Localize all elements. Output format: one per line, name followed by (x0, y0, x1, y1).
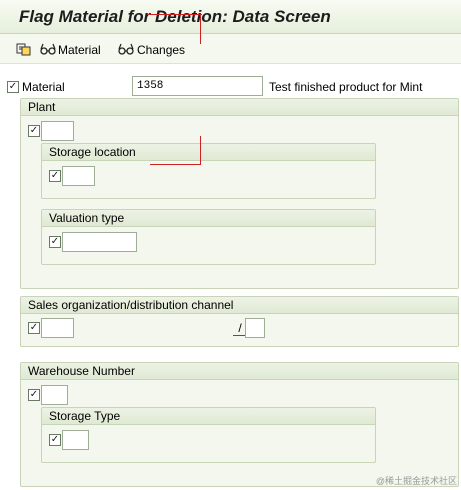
material-checkbox[interactable]: ✓ (7, 81, 19, 93)
storage-location-header: Storage location (42, 144, 375, 161)
material-glasses-icon[interactable] (40, 42, 56, 56)
warehouse-checkbox[interactable]: ✓ (28, 389, 40, 401)
annotation-line-mid-h (150, 164, 201, 165)
warehouse-number-field[interactable] (41, 385, 68, 405)
annotation-line-mid-v (200, 136, 201, 164)
plant-group-header: Plant (21, 99, 458, 116)
material-description: Test finished product for Mint (269, 80, 423, 94)
watermark: @稀土掘金技术社区 (375, 476, 457, 486)
warehouse-group: Warehouse Number ✓ Storage Type ✓ (20, 362, 459, 487)
warehouse-header: Warehouse Number (21, 363, 458, 380)
other-object-icon[interactable] (16, 42, 32, 56)
page-title: Flag Material for Deletion: Data Screen (19, 7, 331, 26)
storage-location-field[interactable] (62, 166, 95, 186)
annotation-line-top-v (200, 14, 201, 44)
data-screen-content: ✓ Material 1358 Test finished product fo… (0, 65, 461, 490)
storage-location-checkbox[interactable]: ✓ (49, 170, 61, 182)
storage-location-group: Storage location ✓ (41, 143, 376, 199)
material-button[interactable]: Material (58, 43, 101, 57)
valuation-type-group: Valuation type ✓ (41, 209, 376, 265)
changes-glasses-icon[interactable] (118, 42, 134, 56)
storage-type-group: Storage Type ✓ (41, 407, 376, 463)
annotation-line-top-h (148, 14, 202, 15)
plant-checkbox[interactable]: ✓ (28, 125, 40, 137)
changes-button[interactable]: Changes (137, 43, 185, 57)
plant-group: Plant ✓ Storage location ✓ Valuation typ… (20, 98, 459, 289)
valuation-type-header: Valuation type (42, 210, 375, 227)
plant-field[interactable] (41, 121, 74, 141)
material-label: Material (22, 80, 65, 94)
storage-type-header: Storage Type (42, 408, 375, 425)
sales-org-group: Sales organization/distribution channel … (20, 296, 459, 347)
distribution-channel-field[interactable] (245, 318, 265, 338)
sales-org-header: Sales organization/distribution channel (21, 297, 458, 314)
storage-type-checkbox[interactable]: ✓ (49, 434, 61, 446)
valuation-type-checkbox[interactable]: ✓ (49, 236, 61, 248)
material-number-field[interactable]: 1358 (132, 76, 263, 96)
storage-type-field[interactable] (62, 430, 89, 450)
sales-org-field[interactable] (41, 318, 74, 338)
application-toolbar: Material Changes (0, 34, 461, 64)
sales-org-checkbox[interactable]: ✓ (28, 322, 40, 334)
valuation-type-field[interactable] (62, 232, 137, 252)
title-bar: Flag Material for Deletion: Data Screen (0, 0, 461, 34)
